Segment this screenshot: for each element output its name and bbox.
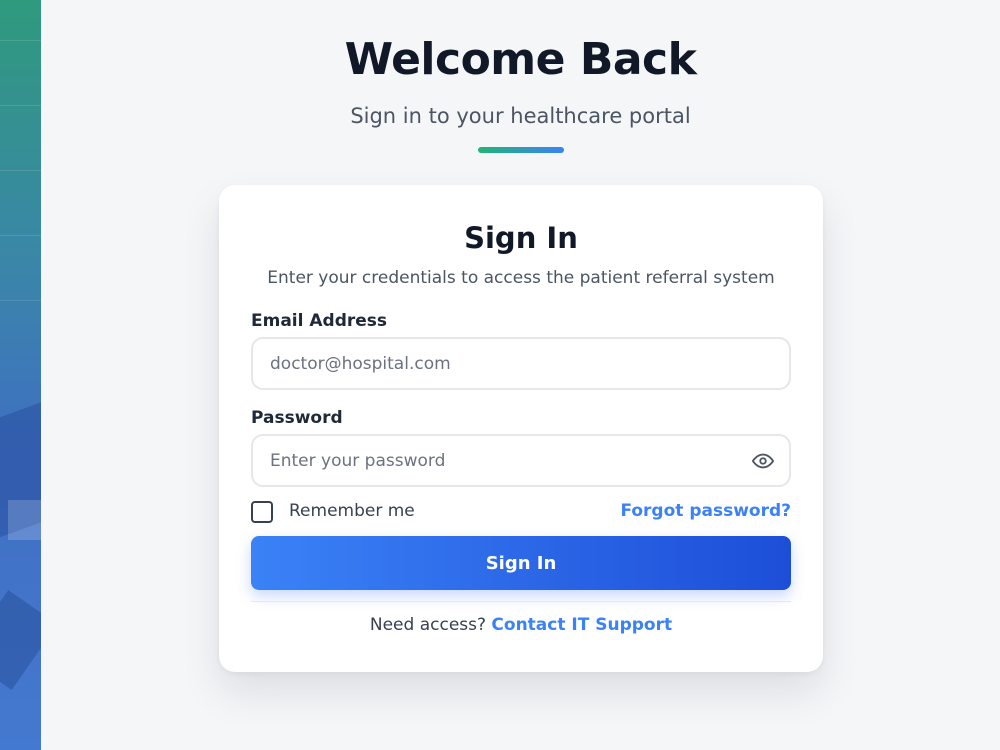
page-title: Welcome Back — [344, 34, 697, 85]
divider — [251, 601, 791, 602]
remember-me-checkbox[interactable] — [251, 501, 273, 523]
footer-help: Need access? Contact IT Support — [219, 615, 823, 635]
accent-divider — [478, 147, 564, 153]
password-input[interactable] — [251, 434, 791, 487]
page-subtitle: Sign in to your healthcare portal — [350, 104, 691, 128]
card-title: Sign In — [464, 221, 578, 255]
card-subtitle: Enter your credentials to access the pat… — [267, 268, 775, 288]
password-label: Password — [251, 408, 343, 428]
side-decorative-panel — [0, 0, 41, 750]
footer-prompt: Need access? — [369, 615, 487, 635]
sign-in-card: Sign In Enter your credentials to access… — [219, 185, 823, 672]
remember-me-label: Remember me — [289, 501, 415, 521]
contact-it-support-link[interactable]: Contact IT Support — [491, 615, 672, 635]
sign-in-button[interactable]: Sign In — [251, 536, 791, 590]
email-label: Email Address — [251, 311, 388, 331]
eye-icon[interactable] — [751, 449, 775, 473]
login-page: Welcome Back Sign in to your healthcare … — [0, 0, 1000, 750]
email-input[interactable] — [251, 337, 791, 390]
forgot-password-link[interactable]: Forgot password? — [620, 501, 791, 521]
